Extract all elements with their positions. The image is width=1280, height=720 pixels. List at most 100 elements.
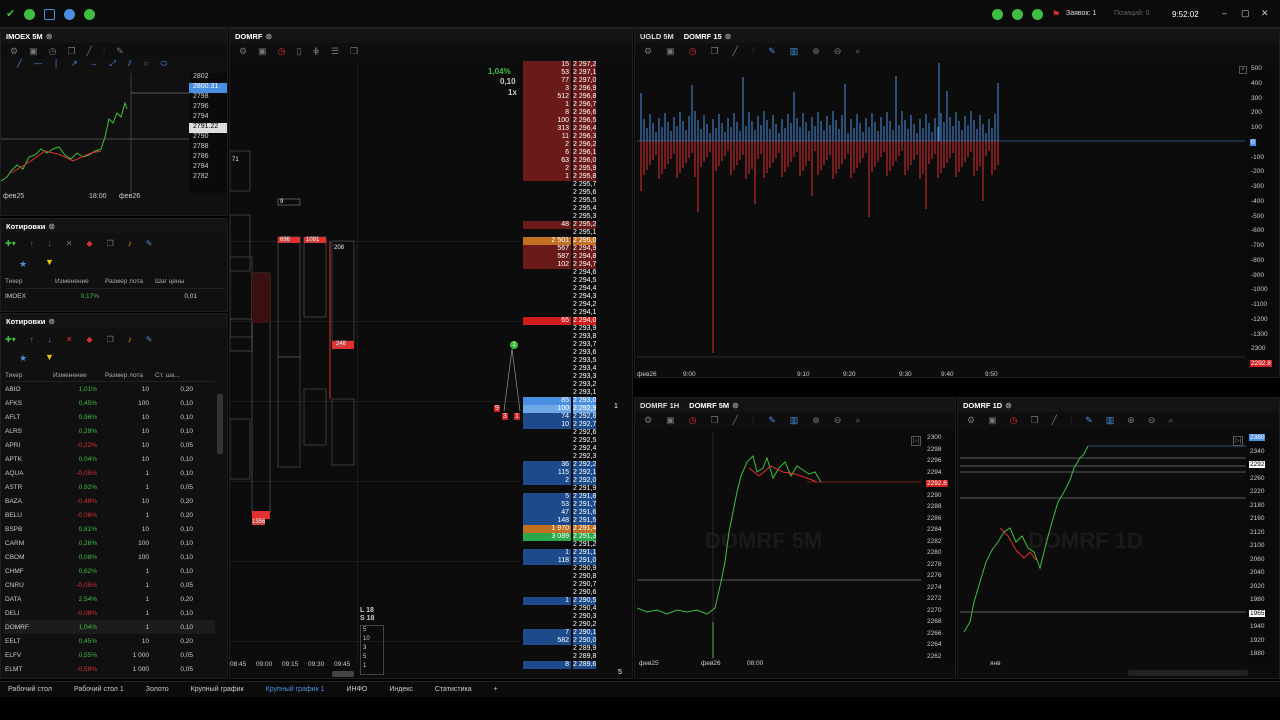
channel-icon[interactable]: ⫽ [128, 59, 132, 71]
eraser-icon[interactable]: ◆ [86, 335, 92, 344]
order-badge[interactable]: 3 [502, 413, 508, 420]
ask-level[interactable]: 2 293,8 [523, 333, 609, 341]
ask-level[interactable]: 2 295,6 [523, 189, 609, 197]
expand-icon[interactable]: ⤢ [110, 59, 116, 71]
arrow-up-icon[interactable]: ↑ [30, 239, 34, 248]
star-icon[interactable]: ★ [19, 259, 27, 270]
maximize-icon[interactable]: ▢ [1241, 8, 1250, 19]
bid-level[interactable]: 100 2 292,9 [523, 405, 609, 413]
bell-icon[interactable]: ♪ [128, 335, 132, 344]
bid-level[interactable]: 85 2 293,0 [523, 397, 609, 405]
table-row[interactable]: BSPB 0,81% 10 0,10 [5, 522, 215, 536]
tab-domrf[interactable]: DOMRF ⊗ [235, 32, 272, 41]
close-icon[interactable]: × [1239, 66, 1247, 74]
scrollbar-thumb[interactable] [1128, 670, 1248, 676]
ask-level[interactable]: 12 296,7 [523, 101, 609, 109]
clock-icon[interactable]: ◷ [689, 46, 697, 57]
bid-level[interactable]: 2 290,9 [523, 565, 609, 573]
zoom-out-icon[interactable]: ⊖ [1148, 415, 1156, 426]
ask-level[interactable]: 2 501 2 295,0 [523, 237, 609, 245]
bell-icon[interactable]: ♪ [128, 239, 132, 248]
bid-level[interactable]: 2 290,6 [523, 589, 609, 597]
workspace-tab[interactable]: ИНФО [346, 686, 367, 693]
minimize-icon[interactable]: – [1222, 8, 1227, 18]
tab-quotes[interactable]: Котировки ⊗ [6, 317, 55, 326]
filter-icon[interactable]: ▼ [45, 352, 54, 362]
copy-icon[interactable]: ❐ [1030, 415, 1038, 426]
bid-level[interactable]: 2 291,9 [523, 485, 609, 493]
hline-icon[interactable]: — [34, 59, 42, 71]
ask-level[interactable]: 2 294,6 [523, 269, 609, 277]
pen-icon[interactable]: ✎ [116, 46, 124, 57]
table-row[interactable]: ABIO 1,01% 10 0,20 [5, 382, 215, 396]
help-icon[interactable] [84, 9, 95, 20]
tab-domrf-15[interactable]: DOMRF 15 ⊗ [684, 32, 732, 41]
tab-ugld-5m[interactable]: UGLD 5M [640, 32, 674, 41]
ask-level[interactable]: 15 2 297,2 [523, 61, 609, 69]
collapse-icon[interactable]: ▷| [1233, 436, 1243, 446]
pen-icon[interactable]: ✎ [1085, 415, 1093, 426]
close-icon[interactable]: ⊗ [266, 32, 273, 41]
ask-level[interactable]: 2 295,5 [523, 197, 609, 205]
close-icon[interactable]: ⊗ [48, 222, 55, 231]
workspace-tab[interactable]: Индекс [389, 686, 413, 693]
ask-level[interactable]: 2 295,3 [523, 213, 609, 221]
bid-level[interactable]: 82 289,6 [523, 661, 609, 669]
pen-icon[interactable]: ✎ [146, 335, 153, 344]
domrf-5m-candles[interactable] [637, 432, 921, 664]
camera-icon[interactable]: ▣ [666, 415, 675, 426]
table-row[interactable]: ASTR 0,92% 1 0,05 [5, 480, 215, 494]
domrf-1d-candles[interactable] [960, 432, 1246, 664]
scrollbar-thumb[interactable] [332, 671, 354, 677]
indicator-icon[interactable]: ⫶ [103, 46, 105, 57]
bid-level[interactable]: 3 089 2 291,3 [523, 533, 609, 541]
ask-level[interactable]: 32 296,9 [523, 85, 609, 93]
indicator-icon[interactable]: ⫶ [1070, 415, 1072, 426]
bid-level[interactable]: 148 2 291,5 [523, 517, 609, 525]
clock-icon[interactable]: ◷ [689, 415, 697, 426]
copy-icon[interactable]: ❐ [710, 415, 718, 426]
circle-icon[interactable]: ○ [144, 59, 149, 71]
bid-level[interactable]: 2 292,4 [523, 445, 609, 453]
delete-icon[interactable]: ✕ [66, 239, 73, 248]
column-header[interactable]: Ст. ша... [155, 372, 199, 379]
positions-count[interactable]: Позиций: 0 [1114, 10, 1150, 17]
camera-icon[interactable]: ▣ [258, 46, 267, 57]
ask-level[interactable]: 12 295,8 [523, 173, 609, 181]
tab-quotes[interactable]: Котировки ⊗ [6, 222, 55, 231]
workspace-tab[interactable]: Рабочий стол [8, 686, 52, 693]
zoom-out-icon[interactable]: ⊖ [834, 46, 842, 57]
tab-domrf-1d[interactable]: DOMRF 1D ⊗ [963, 401, 1012, 410]
indicator-icon[interactable]: ⫶ [752, 415, 754, 426]
ask-level[interactable]: 62 296,1 [523, 149, 609, 157]
layout-icon[interactable] [44, 9, 55, 20]
window-icon[interactable]: ❐ [107, 335, 114, 344]
ask-level[interactable]: 2 294,4 [523, 285, 609, 293]
table-row[interactable]: APTK 0,04% 10 0,10 [5, 452, 215, 466]
ask-level[interactable]: 567 2 294,9 [523, 245, 609, 253]
ask-level[interactable]: 512 2 296,8 [523, 93, 609, 101]
bar-chart-icon[interactable]: ▥ [790, 415, 799, 426]
camera-icon[interactable]: ▣ [988, 415, 997, 426]
table-row[interactable]: CARM 0,26% 100 0,10 [5, 536, 215, 550]
bid-level[interactable]: 36 2 292,2 [523, 461, 609, 469]
scrollbar-thumb[interactable] [217, 394, 223, 454]
bid-level[interactable]: 22 292,0 [523, 477, 609, 485]
table-row[interactable]: DOMRF 1,04% 1 0,10 [5, 620, 215, 634]
ask-level[interactable]: 2 295,7 [523, 181, 609, 189]
ask-level[interactable]: 48 2 295,2 [523, 221, 609, 229]
table-row[interactable]: BELU -0,06% 1 0,20 [5, 508, 215, 522]
bid-level[interactable]: 47 2 291,6 [523, 509, 609, 517]
bid-level[interactable]: 2 289,9 [523, 645, 609, 653]
bid-level[interactable]: 2 292,6 [523, 429, 609, 437]
window-icon[interactable]: ❐ [107, 239, 114, 248]
order-book[interactable]: 15 2 297,2 53 2 297,1 77 2 297,0 3 2 296,9 512 2 … [523, 61, 609, 675]
ask-level[interactable]: 587 2 294,8 [523, 253, 609, 261]
close-icon[interactable]: ✕ [1261, 8, 1269, 19]
bid-level[interactable]: 2 290,8 [523, 573, 609, 581]
bid-level[interactable]: 115 2 292,1 [523, 469, 609, 477]
settings-icon[interactable]: ⚙ [644, 46, 652, 57]
line-tool-icon[interactable]: ╱ [1052, 415, 1057, 426]
column-header[interactable]: Размер лота [105, 278, 155, 285]
zoom-in-icon[interactable]: ⊕ [812, 415, 820, 426]
